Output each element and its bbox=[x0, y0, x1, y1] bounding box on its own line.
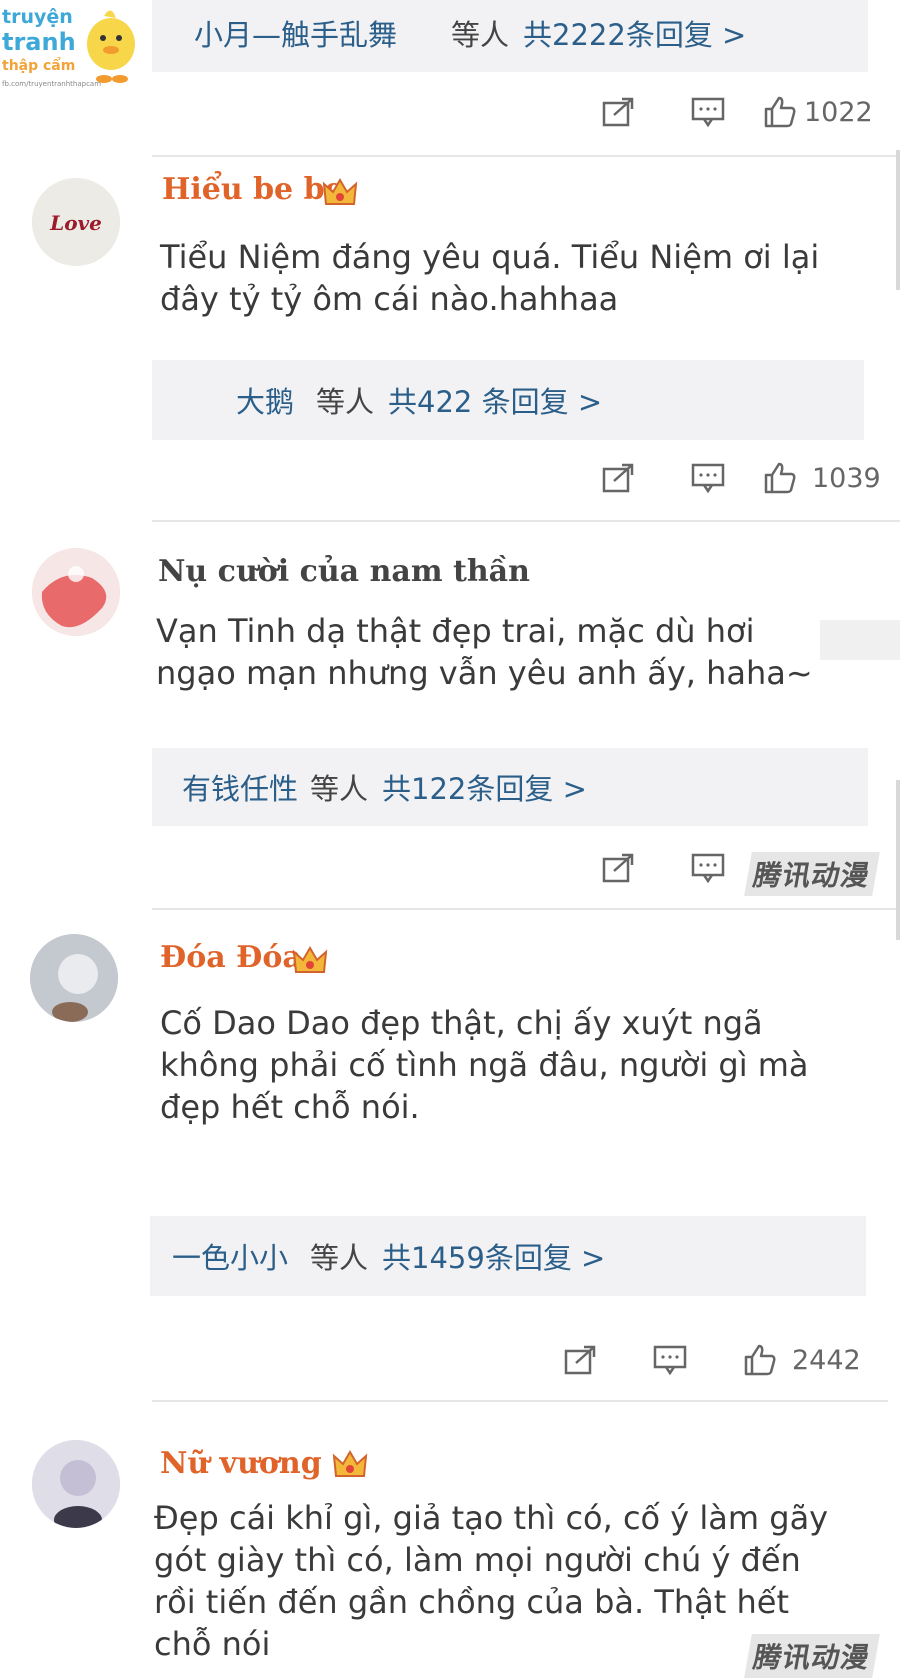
reply-etc: 等人 bbox=[310, 772, 369, 806]
like-thumb-icon[interactable] bbox=[762, 95, 798, 129]
share-icon[interactable] bbox=[600, 95, 636, 129]
action-bar: 2442 bbox=[562, 1340, 861, 1380]
blurred-avatar-icon bbox=[32, 1440, 120, 1528]
divider bbox=[152, 1400, 888, 1402]
reply-etc: 等人 bbox=[451, 18, 510, 52]
crown-badge-icon bbox=[322, 178, 358, 205]
action-bar bbox=[600, 848, 726, 888]
reply-user: 一色小小 bbox=[172, 1241, 289, 1275]
reply-summary[interactable]: 大鹅 等人 共422 条回复 > bbox=[152, 360, 864, 440]
scan-edge bbox=[820, 620, 900, 660]
share-icon[interactable] bbox=[562, 1343, 598, 1377]
reply-count-link[interactable]: 共1459条回复 > bbox=[382, 1235, 605, 1277]
reply-count-link[interactable]: 共2222条回复 > bbox=[523, 12, 746, 54]
site-logo: truyện tranh thập cẩm fb.com/truyentranh… bbox=[0, 0, 145, 100]
reply-etc: 等人 bbox=[316, 385, 375, 419]
comment-text: Cố Dao Dao đẹp thật, chị ấy xuýt ngã khô… bbox=[160, 1004, 809, 1126]
avatar[interactable] bbox=[32, 548, 120, 636]
reply-etc: 等人 bbox=[310, 1241, 369, 1275]
comment-icon[interactable] bbox=[690, 95, 726, 129]
comment-text: Đẹp cái khỉ gì, giả tạo thì có, cố ý làm… bbox=[154, 1499, 829, 1663]
watermark: 腾讯动漫 bbox=[744, 1634, 880, 1678]
svg-text:Love: Love bbox=[49, 211, 102, 235]
love-avatar-icon: Love bbox=[32, 178, 120, 266]
action-bar: 1039 bbox=[600, 458, 881, 498]
duck-mascot-icon bbox=[87, 10, 135, 83]
divider bbox=[152, 520, 900, 522]
reply-summary[interactable]: 有钱任性 等人 共122条回复 > bbox=[152, 748, 868, 826]
scan-edge bbox=[896, 150, 900, 290]
username[interactable]: Đóa Đóa bbox=[160, 940, 302, 975]
reply-count-link[interactable]: 共122条回复 > bbox=[382, 766, 587, 808]
divider bbox=[152, 908, 900, 910]
avatar[interactable] bbox=[32, 1440, 120, 1528]
reply-user: 有钱任性 bbox=[182, 772, 299, 806]
avatar[interactable] bbox=[30, 934, 118, 1022]
avatar[interactable]: Love bbox=[32, 178, 120, 266]
comment-icon[interactable] bbox=[690, 461, 726, 495]
logo-line-3: thập cẩm bbox=[2, 58, 76, 74]
comment-text: Vạn Tinh dạ thật đẹp trai, mặc dù hơi ng… bbox=[156, 612, 813, 692]
scan-edge bbox=[896, 780, 900, 940]
username[interactable]: Nụ cười của nam thần bbox=[158, 554, 530, 589]
divider bbox=[152, 155, 900, 157]
comment-icon[interactable] bbox=[690, 851, 726, 885]
comment-text: Tiểu Niệm đáng yêu quá. Tiểu Niệm ơi lại… bbox=[160, 238, 820, 318]
logo-line-2: tranh bbox=[2, 28, 76, 56]
crown-badge-icon bbox=[292, 946, 328, 973]
crown-badge-icon bbox=[332, 1450, 368, 1477]
logo-line-1: truyện bbox=[2, 6, 73, 28]
share-icon[interactable] bbox=[600, 851, 636, 885]
reply-count-link[interactable]: 共422 条回复 > bbox=[388, 379, 602, 421]
reply-user: 小月—触手乱舞 bbox=[194, 18, 398, 52]
like-count: 2442 bbox=[792, 1344, 861, 1376]
username[interactable]: Nữ vương bbox=[160, 1446, 322, 1481]
username[interactable]: Hiểu be be bbox=[162, 172, 344, 207]
reply-summary[interactable]: 小月—触手乱舞 等人 共2222条回复 > bbox=[152, 0, 868, 72]
watermark: 腾讯动漫 bbox=[744, 852, 880, 896]
like-thumb-icon[interactable] bbox=[762, 461, 798, 495]
share-icon[interactable] bbox=[600, 461, 636, 495]
comment-icon[interactable] bbox=[652, 1343, 688, 1377]
gray-avatar-icon bbox=[30, 934, 118, 1022]
pink-avatar-icon bbox=[32, 548, 120, 636]
like-thumb-icon[interactable] bbox=[742, 1343, 778, 1377]
action-bar: 1022 bbox=[600, 92, 873, 132]
reply-user: 大鹅 bbox=[236, 385, 295, 419]
like-count: 1022 bbox=[804, 96, 873, 128]
reply-summary[interactable]: 一色小小 等人 共1459条回复 > bbox=[150, 1216, 866, 1296]
like-count: 1039 bbox=[812, 462, 881, 494]
